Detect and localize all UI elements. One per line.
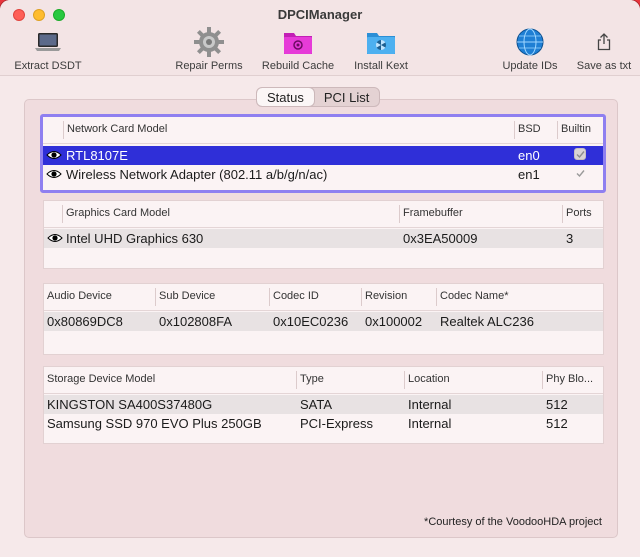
col-network-card-model[interactable]: Network Card Model [67, 123, 167, 135]
eye-icon[interactable] [46, 168, 62, 180]
col-ports[interactable]: Ports [566, 207, 592, 219]
storage-model-cell: KINGSTON SA400S37480G [47, 397, 213, 412]
install-kext-button[interactable]: Install Kext [348, 24, 414, 72]
storage-location-cell: Internal [408, 416, 452, 431]
extract-dsdt-button[interactable]: Extract DSDT [12, 24, 84, 72]
save-as-txt-button[interactable]: Save as txt [572, 24, 636, 72]
storage-phy-cell: 512 [546, 397, 568, 412]
table-row[interactable]: 0x80869DC8 0x102808FA 0x10EC0236 0x10000… [44, 312, 603, 331]
install-kext-label: Install Kext [354, 60, 408, 72]
graphics-model-cell: Intel UHD Graphics 630 [66, 231, 204, 246]
storage-table[interactable]: Storage Device Model Type Location Phy B… [43, 366, 604, 444]
col-codec-id[interactable]: Codec ID [273, 290, 319, 302]
share-icon [588, 27, 620, 57]
network-table-header: Network Card Model BSD Builtin [43, 117, 603, 144]
network-model-cell: Wireless Network Adapter (802.11 a/b/g/n… [66, 167, 328, 182]
audio-table-header: Audio Device Sub Device Codec ID Revisio… [44, 284, 603, 311]
col-phy-block[interactable]: Phy Blo... [546, 373, 593, 385]
app-window: DPCIManager Extract DSDT Repair Perms Re… [0, 0, 640, 557]
table-row[interactable]: Intel UHD Graphics 630 0x3EA50009 3 [44, 229, 603, 248]
col-sub-device[interactable]: Sub Device [159, 290, 215, 302]
table-row[interactable]: RTL8107E en0 [43, 146, 603, 165]
toolbar: DPCIManager Extract DSDT Repair Perms Re… [0, 0, 640, 76]
builtin-checkbox[interactable] [574, 167, 586, 179]
col-storage-device-model[interactable]: Storage Device Model [47, 373, 155, 385]
col-codec-name[interactable]: Codec Name* [440, 290, 508, 302]
col-type[interactable]: Type [300, 373, 324, 385]
col-framebuffer[interactable]: Framebuffer [403, 207, 463, 219]
audio-device-cell: 0x80869DC8 [47, 314, 123, 329]
tab-status[interactable]: Status [257, 88, 314, 106]
col-revision[interactable]: Revision [365, 290, 407, 302]
rebuild-cache-button[interactable]: Rebuild Cache [258, 24, 338, 72]
rebuild-cache-label: Rebuild Cache [261, 60, 335, 72]
codec-name-cell: Realtek ALC236 [440, 314, 534, 329]
col-location[interactable]: Location [408, 373, 450, 385]
table-row[interactable]: Wireless Network Adapter (802.11 a/b/g/n… [43, 165, 603, 184]
graphics-table-header: Graphics Card Model Framebuffer Ports [44, 201, 603, 228]
bsd-cell: en1 [518, 167, 540, 182]
globe-icon [514, 27, 546, 57]
repair-perms-label: Repair Perms [175, 60, 243, 72]
graphics-table[interactable]: Graphics Card Model Framebuffer Ports In… [43, 200, 604, 269]
view-segmented-control: Status PCI List [256, 87, 381, 107]
builtin-checkbox[interactable] [574, 148, 586, 160]
magenta-folder-icon [282, 27, 314, 57]
storage-type-cell: SATA [300, 397, 333, 412]
col-bsd[interactable]: BSD [518, 123, 541, 135]
eye-icon[interactable] [46, 149, 62, 161]
audio-table[interactable]: Audio Device Sub Device Codec ID Revisio… [43, 283, 604, 355]
revision-cell: 0x100002 [365, 314, 423, 329]
repair-perms-button[interactable]: Repair Perms [172, 24, 246, 72]
blue-folder-icon [365, 27, 397, 57]
table-row[interactable]: KINGSTON SA400S37480G SATA Internal 512 [44, 395, 603, 414]
bsd-cell: en0 [518, 148, 540, 163]
storage-table-header: Storage Device Model Type Location Phy B… [44, 367, 603, 394]
storage-type-cell: PCI-Express [300, 416, 373, 431]
update-ids-label: Update IDs [502, 60, 558, 72]
ports-cell: 3 [566, 231, 574, 246]
footnote: *Courtesy of the VoodooHDA project [424, 516, 602, 528]
save-as-txt-label: Save as txt [576, 60, 632, 72]
network-model-cell: RTL8107E [66, 148, 128, 163]
extract-dsdt-label: Extract DSDT [14, 60, 82, 72]
codec-id-cell: 0x10EC0236 [273, 314, 349, 329]
gear-icon [193, 27, 225, 57]
update-ids-button[interactable]: Update IDs [496, 24, 564, 72]
window-title: DPCIManager [277, 7, 363, 22]
table-row[interactable]: Samsung SSD 970 EVO Plus 250GB PCI-Expre… [44, 414, 603, 433]
col-graphics-card-model[interactable]: Graphics Card Model [66, 207, 170, 219]
col-builtin[interactable]: Builtin [561, 123, 591, 135]
storage-location-cell: Internal [408, 397, 452, 412]
eye-icon[interactable] [47, 232, 63, 244]
sub-device-cell: 0x102808FA [159, 314, 233, 329]
tab-pci-list[interactable]: PCI List [314, 88, 380, 106]
storage-phy-cell: 512 [546, 416, 568, 431]
laptop-icon [32, 27, 64, 57]
framebuffer-cell: 0x3EA50009 [403, 231, 478, 246]
storage-model-cell: Samsung SSD 970 EVO Plus 250GB [47, 416, 262, 431]
col-audio-device[interactable]: Audio Device [47, 290, 112, 302]
network-table[interactable]: Network Card Model BSD Builtin RTL8107E … [40, 114, 606, 193]
